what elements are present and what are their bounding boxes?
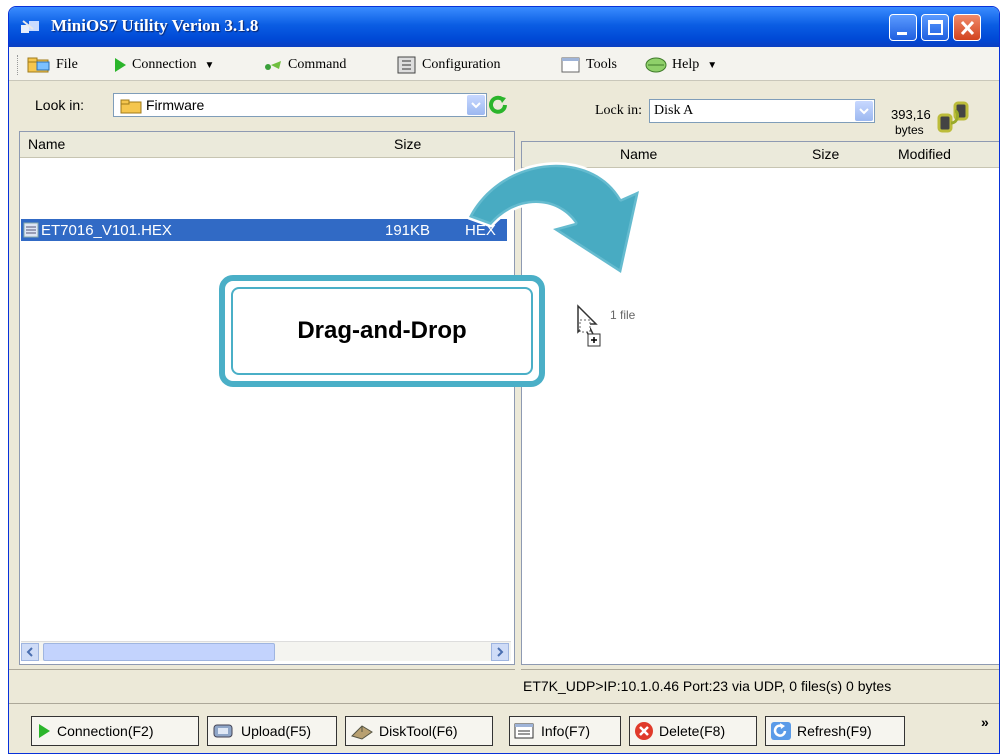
menu-connection-label: Connection xyxy=(132,57,197,72)
window-title: MiniOS7 Utility Verion 3.1.8 xyxy=(51,16,259,35)
bottom-toolbar: Connection(F2) Upload(F5) DiskTool(F6) I… xyxy=(9,703,999,753)
menu-configuration[interactable]: Configuration xyxy=(397,54,501,76)
upload-button[interactable]: Upload(F5) xyxy=(207,716,337,746)
refresh-icon xyxy=(771,722,791,740)
callout-text: Drag-and-Drop xyxy=(231,287,533,375)
column-size[interactable]: Size xyxy=(394,136,421,152)
folder-icon xyxy=(27,57,50,73)
close-icon xyxy=(960,20,975,36)
menu-file[interactable]: File xyxy=(27,54,78,76)
disk-tool-icon xyxy=(351,725,373,740)
drag-copy-cursor-icon xyxy=(577,304,601,347)
chevron-down-icon[interactable] xyxy=(855,101,873,121)
app-window: MiniOS7 Utility Verion 3.1.8 File Connec… xyxy=(8,6,1000,754)
menu-command[interactable]: Command xyxy=(263,54,346,76)
left-lookin-label: Look in: xyxy=(35,97,85,113)
left-lookin-bar: Look in: Firmware xyxy=(9,83,515,127)
left-status-bar xyxy=(9,669,515,701)
connection-status-text: ET7K_UDP>IP:10.1.0.46 Port:23 via UDP, 0… xyxy=(523,678,892,694)
left-lookin-combo[interactable]: Firmware xyxy=(113,93,487,117)
delete-button-label: Delete(F8) xyxy=(659,723,726,739)
connection-button-label: Connection(F2) xyxy=(57,723,154,739)
refresh-button-label: Refresh(F9) xyxy=(797,723,872,739)
drag-arrow-icon xyxy=(466,162,642,276)
maximize-icon xyxy=(928,20,943,35)
upload-button-label: Upload(F5) xyxy=(241,723,312,739)
refresh-button[interactable]: Refresh(F9) xyxy=(765,716,905,746)
disktool-button-label: DiskTool(F6) xyxy=(379,723,458,739)
menu-tools-label: Tools xyxy=(586,57,617,72)
file-row[interactable]: ET7016_V101.HEX 191KB HEX xyxy=(21,219,507,241)
right-lookin-value: Disk A xyxy=(654,103,694,118)
right-status-bar: ET7K_UDP>IP:10.1.0.46 Port:23 via UDP, 0… xyxy=(521,669,999,701)
app-icon xyxy=(21,20,39,33)
network-connection-icon[interactable] xyxy=(931,99,981,139)
minimize-icon xyxy=(897,32,907,35)
column-size[interactable]: Size xyxy=(812,146,839,162)
drag-and-drop-callout: Drag-and-Drop xyxy=(219,275,545,387)
toolbar-grip[interactable] xyxy=(17,55,20,75)
tools-icon xyxy=(561,57,580,73)
file-icon xyxy=(23,222,39,238)
close-button[interactable] xyxy=(953,14,981,41)
folder-icon xyxy=(120,99,142,114)
right-lookin-label: Lock in: xyxy=(595,103,643,118)
refresh-icon[interactable] xyxy=(487,94,509,116)
left-lookin-value: Firmware xyxy=(146,97,205,113)
menu-tools[interactable]: Tools xyxy=(561,54,617,76)
info-button[interactable]: Info(F7) xyxy=(509,716,621,746)
play-icon xyxy=(115,58,126,72)
minimize-button[interactable] xyxy=(889,14,917,41)
scroll-right-button[interactable] xyxy=(491,643,509,661)
scroll-thumb[interactable] xyxy=(43,643,275,661)
column-modified[interactable]: Modified xyxy=(898,146,951,162)
right-lookin-combo[interactable]: Disk A xyxy=(649,99,875,123)
maximize-button[interactable] xyxy=(921,14,949,41)
info-icon xyxy=(514,723,534,739)
dropdown-arrow-icon: ▼ xyxy=(204,59,215,71)
left-list-header: Name Size xyxy=(20,132,514,158)
chevron-down-icon[interactable] xyxy=(467,95,485,115)
horizontal-scrollbar[interactable] xyxy=(21,641,511,661)
help-icon xyxy=(645,57,667,73)
free-space-value: 393,16 xyxy=(891,107,931,122)
right-lookin-bar: Lock in: Disk A 393,16 bytes xyxy=(521,83,999,139)
file-name: ET7016_V101.HEX xyxy=(41,222,172,239)
menu-help-label: Help xyxy=(672,57,700,72)
menu-help[interactable]: Help ▼ xyxy=(645,54,717,76)
column-name[interactable]: Name xyxy=(28,136,65,152)
scroll-left-button[interactable] xyxy=(21,643,39,661)
toolbar-overflow-button[interactable]: » xyxy=(981,714,989,730)
info-button-label: Info(F7) xyxy=(541,723,591,739)
free-space-unit: bytes xyxy=(895,123,924,137)
disktool-button[interactable]: DiskTool(F6) xyxy=(345,716,493,746)
dropdown-arrow-icon: ▼ xyxy=(707,59,718,71)
menu-command-label: Command xyxy=(288,57,347,72)
left-file-list[interactable]: Name Size xyxy=(19,131,515,665)
command-icon xyxy=(265,61,281,70)
menu-configuration-label: Configuration xyxy=(422,57,501,72)
title-bar[interactable]: MiniOS7 Utility Verion 3.1.8 xyxy=(9,7,999,47)
delete-button[interactable]: Delete(F8) xyxy=(629,716,757,746)
menu-connection[interactable]: Connection ▼ xyxy=(113,54,214,76)
menu-file-label: File xyxy=(56,57,78,72)
delete-icon xyxy=(635,722,653,740)
file-size: 191KB xyxy=(385,222,431,239)
connection-button[interactable]: Connection(F2) xyxy=(31,716,199,746)
play-icon xyxy=(39,724,50,738)
drag-count-label: 1 file xyxy=(610,308,636,322)
configuration-icon xyxy=(397,56,416,74)
upload-icon xyxy=(213,724,233,738)
menu-bar: File Connection ▼ Command Configuration … xyxy=(9,47,999,81)
drag-cursor: 1 file xyxy=(574,302,635,350)
